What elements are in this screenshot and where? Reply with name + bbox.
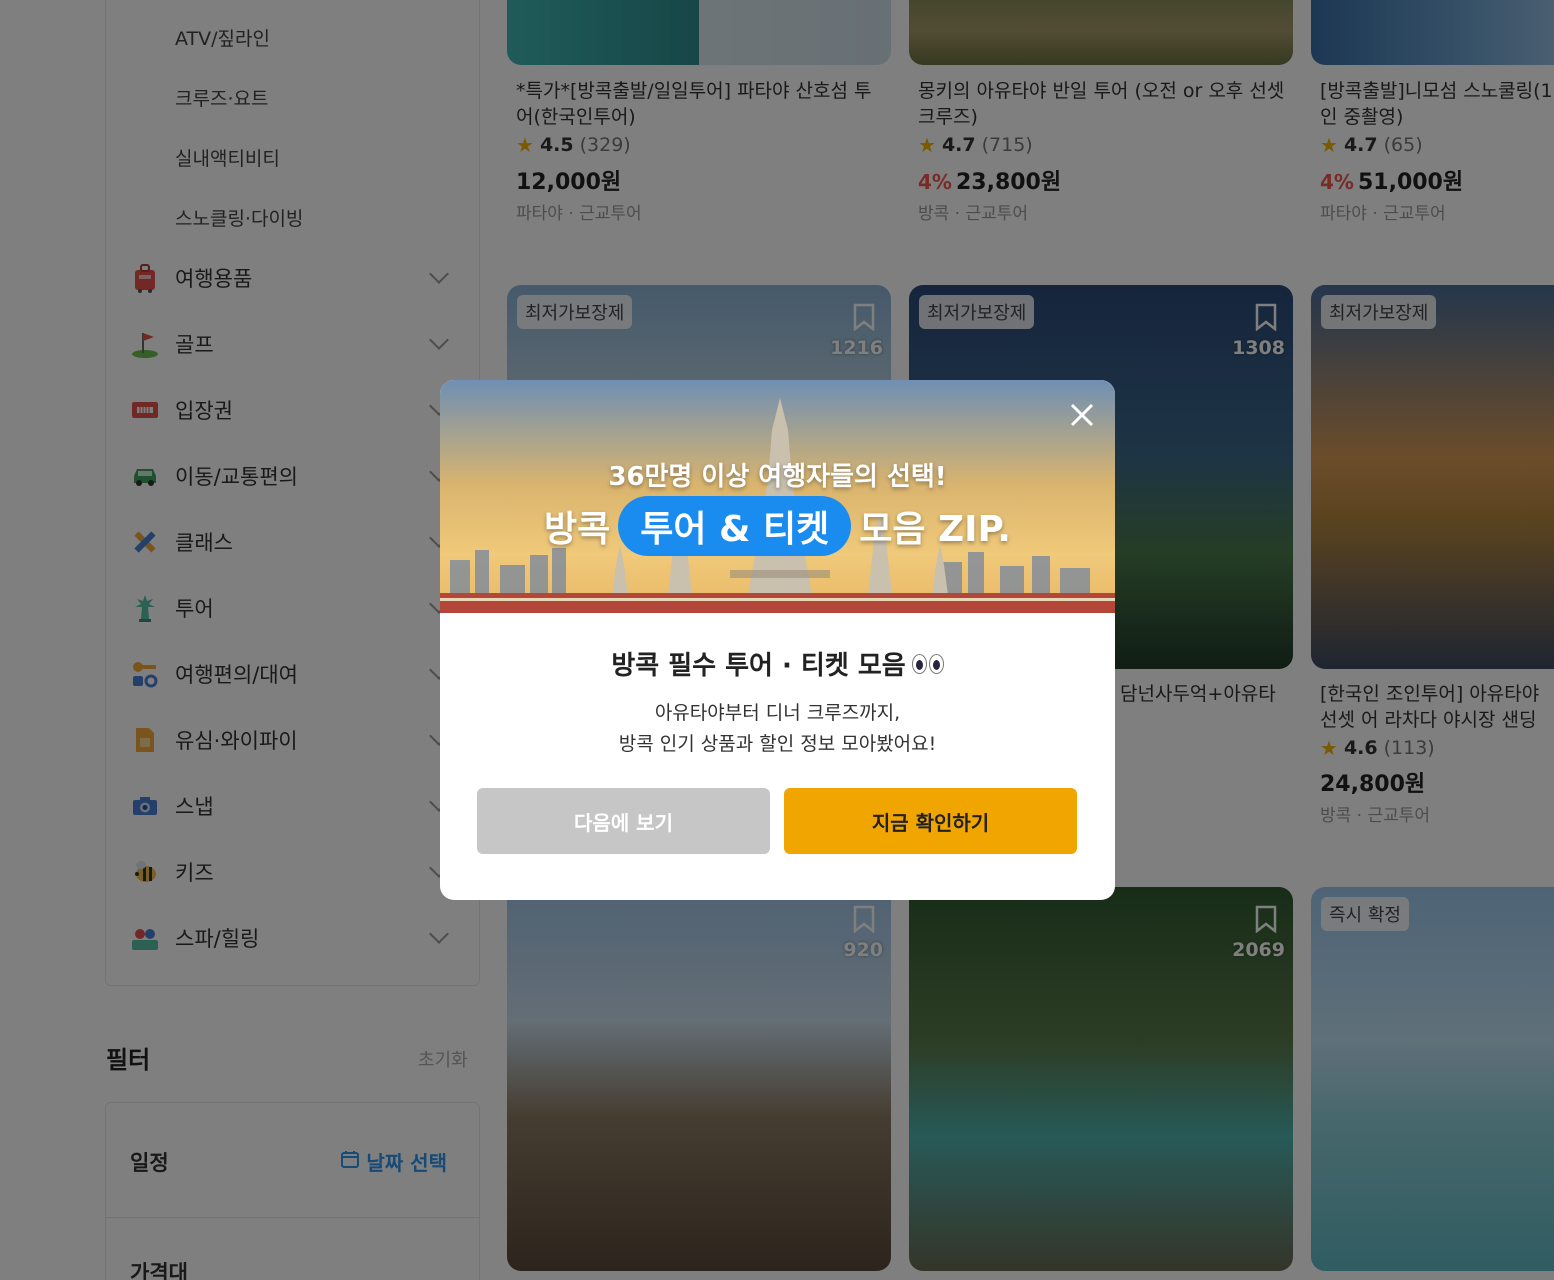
banner-headline: 36만명 이상 여행자들의 선택! xyxy=(608,462,947,492)
modal-desc-line: 아유타야부터 디너 크루즈까지, xyxy=(654,702,901,724)
modal-title-text: 방콕 필수 투어 · 티켓 모음 xyxy=(611,651,906,681)
check-now-button[interactable]: 지금 확인하기 xyxy=(784,788,1077,854)
close-icon[interactable] xyxy=(1067,400,1097,430)
banner-title-suffix: 모음 ZIP. xyxy=(859,509,1011,550)
modal-description: 아유타야부터 디너 크루즈까지, 방콕 인기 상품과 할인 정보 모아봤어요! xyxy=(440,698,1115,760)
see-later-button[interactable]: 다음에 보기 xyxy=(477,788,770,854)
promo-banner: 36만명 이상 여행자들의 선택! 방콕 투어 & 티켓 모음 ZIP. xyxy=(440,380,1115,613)
modal-title: 방콕 필수 투어 · 티켓 모음 xyxy=(440,645,1115,682)
banner-title-prefix: 방콕 xyxy=(544,509,611,550)
promo-modal: 36만명 이상 여행자들의 선택! 방콕 투어 & 티켓 모음 ZIP. 방콕 … xyxy=(440,380,1115,900)
eyes-emoji-icon xyxy=(911,653,944,674)
banner-title: 방콕 투어 & 티켓 모음 ZIP. xyxy=(440,496,1115,556)
modal-desc-line: 방콕 인기 상품과 할인 정보 모아봤어요! xyxy=(618,733,937,755)
banner-highlight-pill: 투어 & 티켓 xyxy=(618,496,852,556)
